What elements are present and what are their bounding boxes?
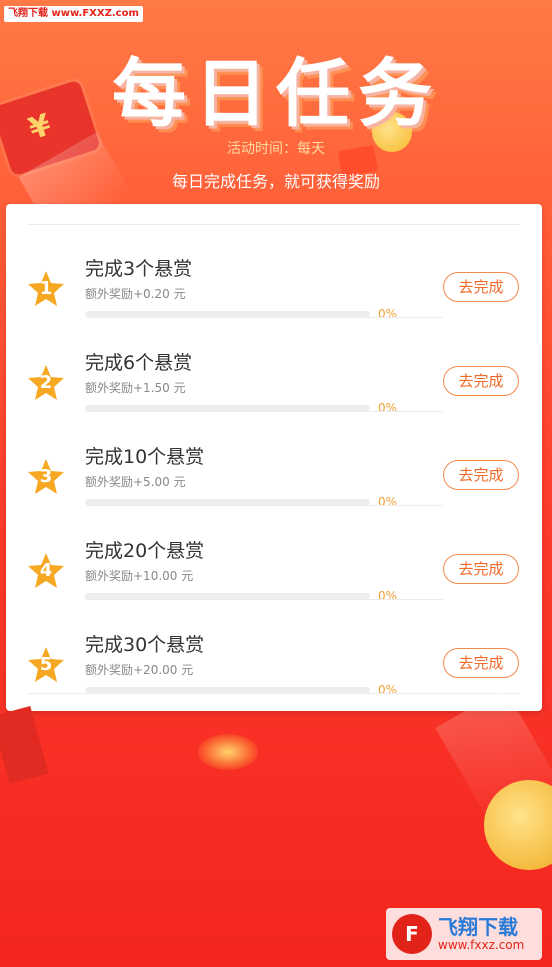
task-rank: 2 — [39, 372, 53, 393]
brand-name: 飞翔下载 — [438, 915, 518, 939]
red-envelope-icon — [0, 706, 49, 784]
task-rank: 5 — [39, 654, 53, 675]
watermark-label: 飞翔下载 www.FXXZ.com — [4, 6, 143, 22]
task-rank: 4 — [39, 560, 53, 581]
task-card: 1 完成3个悬赏 额外奖励+0.20 元 0% 去完成 2 完成6个悬赏 额外奖… — [6, 204, 542, 711]
star-icon: 5 — [26, 645, 66, 685]
task-rank: 1 — [39, 278, 53, 299]
task-title: 完成6个悬赏 — [85, 352, 193, 374]
star-icon: 4 — [26, 551, 66, 591]
task-row: 5 完成30个悬赏 额外奖励+20.00 元 0% 去完成 — [6, 600, 542, 697]
task-rank: 3 — [39, 466, 53, 487]
brand-url: www.fxxz.com — [438, 938, 525, 952]
go-complete-button[interactable]: 去完成 — [443, 272, 519, 302]
task-row: 2 完成6个悬赏 额外奖励+1.50 元 0% 去完成 — [6, 318, 542, 415]
star-icon: 1 — [26, 269, 66, 309]
task-title: 完成30个悬赏 — [85, 634, 205, 656]
task-row: 1 完成3个悬赏 额外奖励+0.20 元 0% 去完成 — [6, 224, 542, 321]
page-title: 每日任务 — [112, 51, 440, 137]
coin-icon — [198, 734, 258, 770]
go-complete-button[interactable]: 去完成 — [443, 554, 519, 584]
task-row: 4 完成20个悬赏 额外奖励+10.00 元 0% 去完成 — [6, 506, 542, 603]
star-icon: 3 — [26, 457, 66, 497]
task-reward: 额外奖励+0.20 元 — [85, 287, 186, 301]
progress-percent: 0% — [378, 683, 398, 697]
divider — [28, 693, 520, 694]
page-subtitle: 每日完成任务，就可获得奖励 — [171, 172, 380, 191]
brand-logo-icon: F — [392, 914, 432, 954]
go-complete-button[interactable]: 去完成 — [443, 366, 519, 396]
task-reward: 额外奖励+1.50 元 — [85, 381, 186, 395]
task-row: 3 完成10个悬赏 额外奖励+5.00 元 0% 去完成 — [6, 412, 542, 509]
go-complete-button[interactable]: 去完成 — [443, 648, 519, 678]
task-reward: 额外奖励+20.00 元 — [85, 663, 194, 677]
task-title: 完成10个悬赏 — [85, 446, 205, 468]
task-reward: 额外奖励+10.00 元 — [85, 569, 194, 583]
star-icon: 2 — [26, 363, 66, 403]
task-reward: 额外奖励+5.00 元 — [85, 475, 186, 489]
activity-time: 活动时间：每天 — [227, 141, 325, 157]
task-title: 完成3个悬赏 — [85, 258, 193, 280]
go-complete-button[interactable]: 去完成 — [443, 460, 519, 490]
task-title: 完成20个悬赏 — [85, 540, 205, 562]
brand-watermark: F 飞翔下载 www.fxxz.com — [386, 908, 542, 960]
